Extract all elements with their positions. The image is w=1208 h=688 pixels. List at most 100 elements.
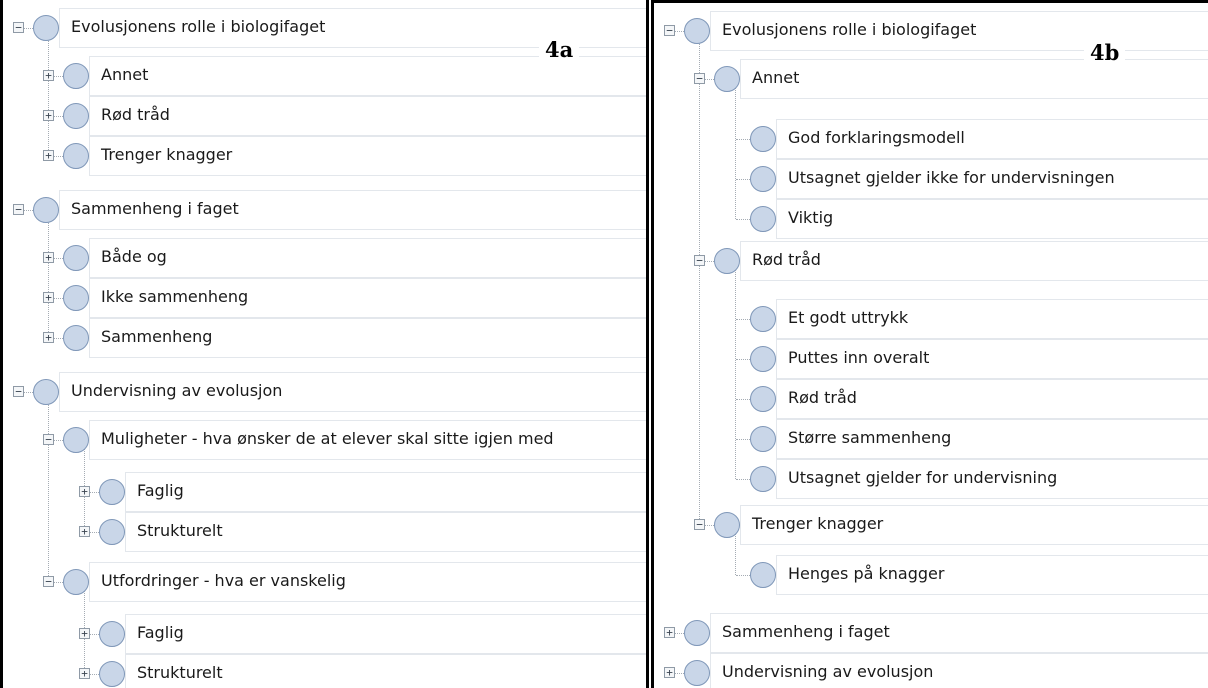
node-label: Undervisning av evolusjon <box>722 662 934 681</box>
tree-row[interactable] <box>125 614 646 654</box>
node-label: Rød tråd <box>101 105 170 124</box>
tree-node[interactable]: − Undervisning av evolusjon <box>3 372 646 412</box>
node-label: Strukturelt <box>137 521 223 540</box>
node-label: Faglig <box>137 481 184 500</box>
node-circle-icon <box>63 143 89 169</box>
tree-connector <box>24 392 33 393</box>
expand-toggle-icon[interactable]: + <box>43 292 54 303</box>
expand-toggle-icon[interactable]: + <box>664 627 675 638</box>
tree-node[interactable]: + Undervisning av evolusjon <box>654 653 1208 688</box>
node-circle-icon <box>684 660 710 686</box>
node-circle-icon <box>33 197 59 223</box>
tree-connector <box>675 633 684 634</box>
node-circle-icon <box>63 285 89 311</box>
node-label: Sammenheng i faget <box>71 199 239 218</box>
tree-node[interactable]: + Strukturelt <box>3 654 646 688</box>
tree-node[interactable]: + Rød tråd <box>3 96 646 136</box>
tree-connector <box>54 582 63 583</box>
node-circle-icon <box>750 206 776 232</box>
tree-connector <box>736 179 750 180</box>
expand-toggle-icon[interactable]: + <box>43 332 54 343</box>
node-circle-icon <box>750 466 776 492</box>
tree-row[interactable] <box>89 238 646 278</box>
tree-node[interactable]: + Strukturelt <box>3 512 646 552</box>
node-label: Viktig <box>788 208 834 227</box>
tree-node[interactable]: − Rød tråd <box>654 241 1208 281</box>
tree-node[interactable]: Større sammenheng <box>654 419 1208 459</box>
expand-toggle-icon[interactable]: + <box>79 668 90 679</box>
collapse-toggle-icon[interactable]: − <box>694 73 705 84</box>
expand-toggle-icon[interactable]: + <box>79 486 90 497</box>
collapse-toggle-icon[interactable]: − <box>13 386 24 397</box>
collapse-toggle-icon[interactable]: − <box>694 519 705 530</box>
node-label: God forklaringsmodell <box>788 128 965 147</box>
tree-row[interactable] <box>776 199 1208 239</box>
tree-node[interactable]: + Faglig <box>3 472 646 512</box>
tree-row[interactable] <box>89 96 646 136</box>
collapse-toggle-icon[interactable]: − <box>694 255 705 266</box>
collapse-toggle-icon[interactable]: − <box>664 25 675 36</box>
tree-node[interactable]: + Annet <box>3 56 646 96</box>
tree-panel-4a: − Evolusjonens rolle i biologifaget + Annet… <box>0 0 649 688</box>
tree-connector <box>24 210 33 211</box>
expand-toggle-icon[interactable]: + <box>43 70 54 81</box>
tree-node[interactable]: − Utfordringer - hva er vanskelig <box>3 562 646 602</box>
tree-node[interactable]: + Både og <box>3 238 646 278</box>
tree-node[interactable]: + Faglig <box>3 614 646 654</box>
tree-node[interactable]: God forklaringsmodell <box>654 119 1208 159</box>
node-circle-icon <box>750 386 776 412</box>
tree-node[interactable]: − Muligheter - hva ønsker de at elever sk… <box>3 420 646 460</box>
tree-node[interactable]: − Sammenheng i faget <box>3 190 646 230</box>
expand-toggle-icon[interactable]: + <box>43 150 54 161</box>
node-label: Puttes inn overalt <box>788 348 930 367</box>
node-label: Trenger knagger <box>752 514 884 533</box>
node-circle-icon <box>750 562 776 588</box>
expand-toggle-icon[interactable]: + <box>79 526 90 537</box>
node-circle-icon <box>33 15 59 41</box>
expand-toggle-icon[interactable]: + <box>43 252 54 263</box>
tree-node[interactable]: − Trenger knagger <box>654 505 1208 545</box>
node-label: Evolusjonens rolle i biologifaget <box>722 20 977 39</box>
node-circle-icon <box>63 245 89 271</box>
expand-toggle-icon[interactable]: + <box>43 110 54 121</box>
tree-node[interactable]: + Sammenheng i faget <box>654 613 1208 653</box>
expand-toggle-icon[interactable]: + <box>664 667 675 678</box>
tree-connector <box>736 219 750 220</box>
node-label: Trenger knagger <box>101 145 233 164</box>
tree-node[interactable]: + Sammenheng <box>3 318 646 358</box>
tree-node[interactable]: Henges på knagger <box>654 555 1208 595</box>
tree-row[interactable] <box>125 472 646 512</box>
node-circle-icon <box>684 620 710 646</box>
node-circle-icon <box>750 346 776 372</box>
node-label: Annet <box>101 65 149 84</box>
tree-connector <box>90 492 99 493</box>
collapse-toggle-icon[interactable]: − <box>43 434 54 445</box>
tree-node[interactable]: Et godt uttrykk <box>654 299 1208 339</box>
node-label: Muligheter - hva ønsker de at elever ska… <box>101 429 554 448</box>
node-circle-icon <box>99 661 125 687</box>
tree-node[interactable]: Rød tråd <box>654 379 1208 419</box>
tree-node[interactable]: Puttes inn overalt <box>654 339 1208 379</box>
tree-node[interactable]: + Trenger knagger <box>3 136 646 176</box>
collapse-toggle-icon[interactable]: − <box>13 204 24 215</box>
node-circle-icon <box>63 569 89 595</box>
tree-connector <box>736 359 750 360</box>
tree-connector <box>54 338 63 339</box>
tree-connector <box>90 634 99 635</box>
tree-node[interactable]: + Ikke sammenheng <box>3 278 646 318</box>
node-circle-icon <box>99 519 125 545</box>
tree-connector <box>705 525 714 526</box>
tree-connector <box>736 319 750 320</box>
tree-node[interactable]: Utsagnet gjelder ikke for undervisningen <box>654 159 1208 199</box>
collapse-toggle-icon[interactable]: − <box>13 22 24 33</box>
tree-node[interactable]: Utsagnet gjelder for undervisning <box>654 459 1208 499</box>
collapse-toggle-icon[interactable]: − <box>43 576 54 587</box>
tree-node[interactable]: − Annet <box>654 59 1208 99</box>
panel-label-4a: 4a <box>539 38 580 62</box>
tree-row[interactable] <box>740 59 1208 99</box>
expand-toggle-icon[interactable]: + <box>79 628 90 639</box>
tree-node[interactable]: Viktig <box>654 199 1208 239</box>
tree-row[interactable] <box>89 56 646 96</box>
tree-connector <box>90 532 99 533</box>
node-circle-icon <box>714 248 740 274</box>
